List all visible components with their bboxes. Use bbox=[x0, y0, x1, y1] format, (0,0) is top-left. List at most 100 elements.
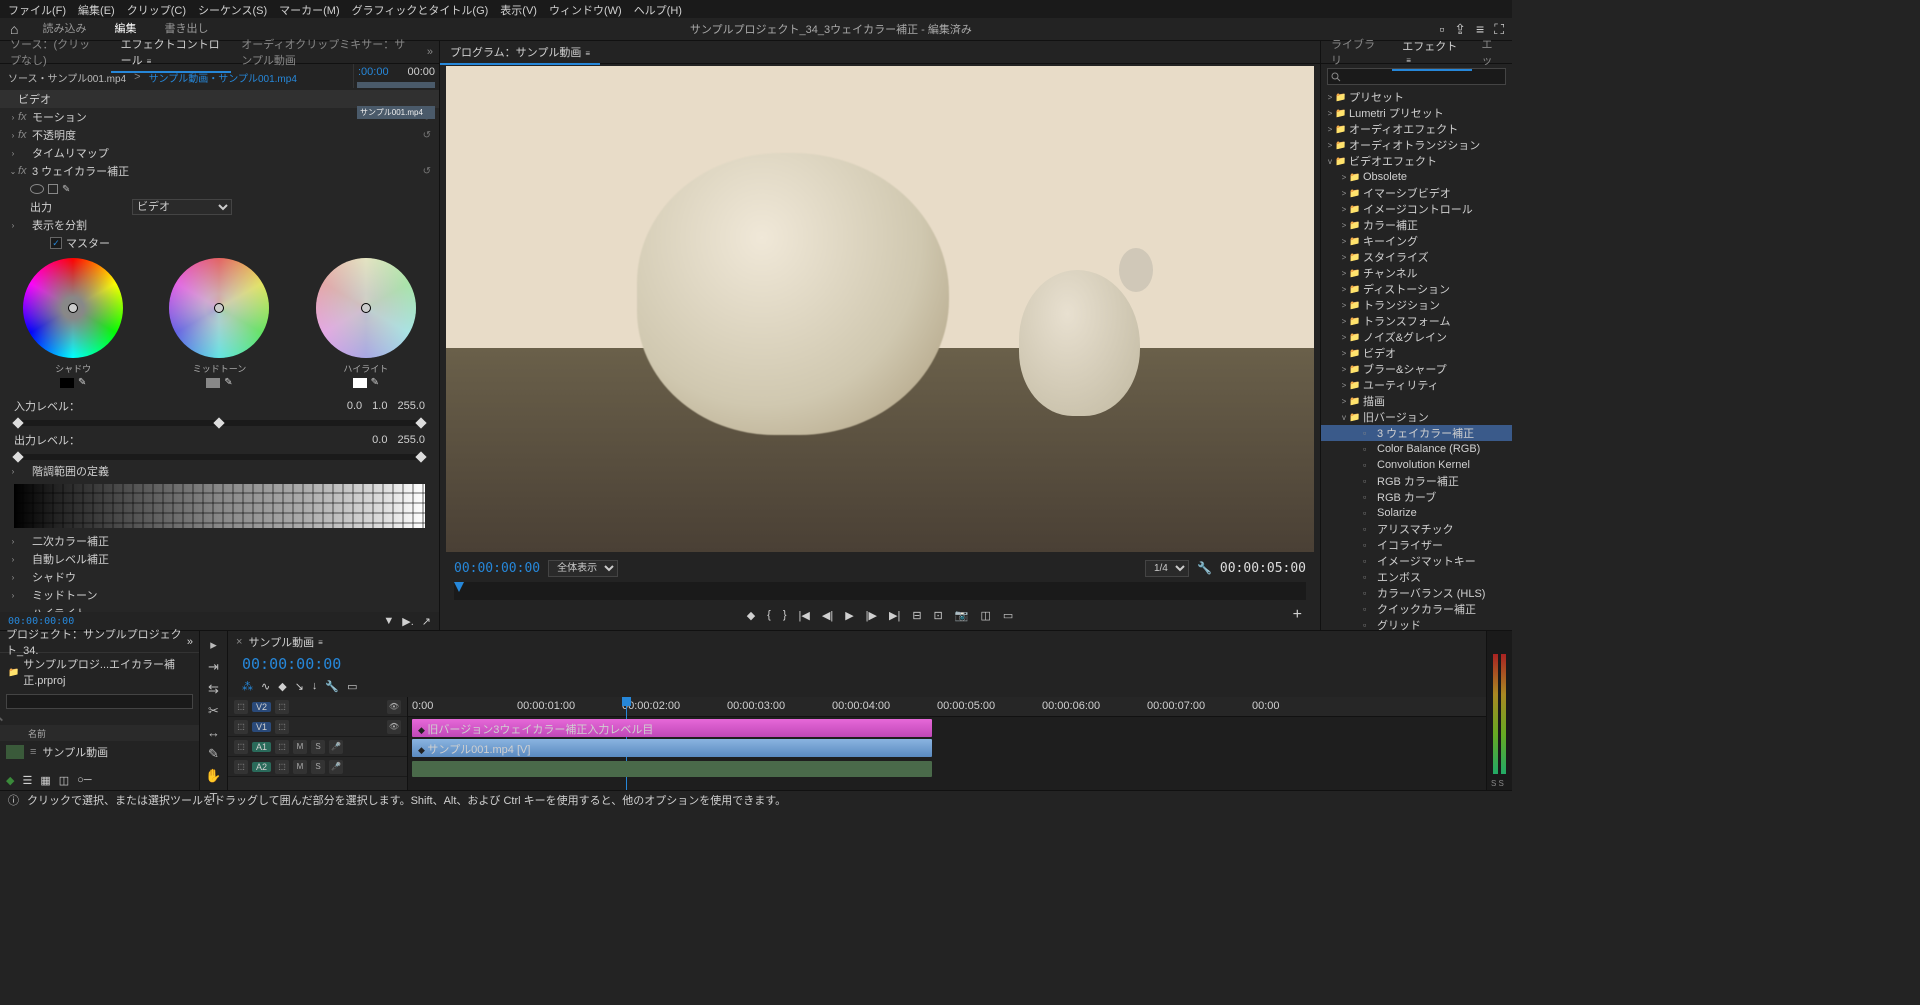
fx-folder-item[interactable]: >📁イメージコントロール bbox=[1321, 201, 1512, 217]
list-view-icon[interactable]: ☰ bbox=[22, 774, 32, 787]
timeline-fx-clip[interactable]: ◆ 旧バージョン3ウェイカラー補正入力レベル目 bbox=[412, 719, 932, 737]
fx-preset-item[interactable]: ▫クイックカラー補正 bbox=[1321, 601, 1512, 617]
input-black[interactable]: 0.0 bbox=[347, 400, 362, 412]
tone-range-gradient[interactable] bbox=[14, 484, 425, 528]
fx-folder-item[interactable]: >📁カラー補正 bbox=[1321, 217, 1512, 233]
fx-preset-item[interactable]: ▫グリッド bbox=[1321, 617, 1512, 630]
fx-opacity[interactable]: ›fx不透明度↺ bbox=[0, 126, 439, 144]
lift-icon[interactable]: ⊟ bbox=[912, 609, 921, 622]
settings-icon[interactable]: 🔧 bbox=[1197, 561, 1212, 575]
fx-timeremap[interactable]: ›タイムリマップ bbox=[0, 144, 439, 162]
marker-tool-icon[interactable]: ◆ bbox=[278, 680, 286, 693]
fx-preset-item[interactable]: ▫Solarize bbox=[1321, 505, 1512, 521]
linked-selection-icon[interactable]: ∿ bbox=[261, 680, 270, 693]
export-frame-icon[interactable]: 📷 bbox=[955, 609, 969, 622]
wrench-icon[interactable]: 🔧 bbox=[325, 680, 339, 693]
tab-sequence[interactable]: サンプル動画 bbox=[248, 634, 314, 650]
fx-mask-row[interactable]: ✎ bbox=[0, 180, 439, 198]
marker-icon[interactable]: ◆ bbox=[747, 609, 755, 622]
panel-overflow-icon[interactable]: » bbox=[421, 46, 439, 58]
selection-tool-icon[interactable]: ▸ bbox=[210, 637, 217, 653]
go-to-in-icon[interactable]: |◀ bbox=[799, 609, 810, 622]
icon-view-icon[interactable]: ▦ bbox=[40, 774, 50, 787]
fx-folder-item[interactable]: >📁トランスフォーム bbox=[1321, 313, 1512, 329]
pen-tool-icon[interactable]: ✎ bbox=[208, 746, 219, 762]
master-clip-link[interactable]: ソース・サンプル001.mp4 bbox=[0, 67, 134, 88]
output-white[interactable]: 255.0 bbox=[397, 434, 425, 446]
timeline-ruler[interactable]: 0:0000:00:01:0000:00:02:0000:00:03:0000:… bbox=[408, 697, 1486, 717]
fx-preset-item[interactable]: ▫RGB カラー補正 bbox=[1321, 473, 1512, 489]
highlight-wheel[interactable] bbox=[316, 258, 416, 358]
fx-highlight[interactable]: ›ハイライト bbox=[0, 604, 439, 612]
fx-folder-item[interactable]: >📁キーイング bbox=[1321, 233, 1512, 249]
insert-icon[interactable]: ↘ bbox=[295, 680, 304, 693]
fx-preset-item[interactable]: ▫RGB カーブ bbox=[1321, 489, 1512, 505]
freeform-view-icon[interactable]: ◫ bbox=[59, 774, 69, 787]
panel-overflow-icon[interactable]: » bbox=[187, 636, 193, 648]
comparison-icon[interactable]: ◫ bbox=[980, 609, 990, 622]
fx-preset-item[interactable]: ▫アリスマチック bbox=[1321, 521, 1512, 537]
sequence-clip-link[interactable]: サンプル動画・サンプル001.mp4 bbox=[141, 67, 305, 88]
project-name-column[interactable]: 名前 bbox=[0, 725, 199, 741]
tab-program[interactable]: プログラム：サンプル動画≡ bbox=[440, 40, 600, 64]
menu-edit[interactable]: 編集(E) bbox=[78, 2, 115, 16]
timeline-video-clip[interactable]: ◆ サンプル001.mp4 [V] bbox=[412, 739, 932, 757]
resolution-select[interactable]: 1/4 bbox=[1145, 560, 1189, 577]
fx-folder-item[interactable]: >📁トランジション bbox=[1321, 297, 1512, 313]
fx-folder-item[interactable]: >📁チャンネル bbox=[1321, 265, 1512, 281]
dock-icon[interactable]: ↗ bbox=[422, 615, 431, 628]
ripple-tool-icon[interactable]: ⇆ bbox=[208, 681, 219, 697]
track-a1-header[interactable]: ⬚A1⬚MS🎤 bbox=[228, 737, 407, 757]
fx-three-way-color[interactable]: ⌄fx3 ウェイカラー補正↺ bbox=[0, 162, 439, 180]
menu-file[interactable]: ファイル(F) bbox=[8, 2, 66, 16]
zoom-select[interactable]: 全体表示 bbox=[548, 560, 618, 577]
hand-tool-icon[interactable]: ✋ bbox=[205, 768, 221, 784]
menu-marker[interactable]: マーカー(M) bbox=[279, 2, 340, 16]
menu-view[interactable]: 表示(V) bbox=[500, 2, 537, 16]
fx-preset-item[interactable]: ▫カラーバランス (HLS) bbox=[1321, 585, 1512, 601]
menu-sequence[interactable]: シーケンス(S) bbox=[198, 2, 267, 16]
overwrite-icon[interactable]: ↓ bbox=[312, 680, 318, 692]
output-level-slider[interactable] bbox=[14, 454, 425, 460]
play-only-icon[interactable]: ▶. bbox=[402, 615, 414, 628]
output-select[interactable]: ビデオ bbox=[132, 199, 232, 215]
new-bin-icon[interactable]: ◆ bbox=[6, 774, 14, 787]
fx-preset-item[interactable]: ▫3 ウェイカラー補正 bbox=[1321, 425, 1512, 441]
timeline-content[interactable]: 0:0000:00:01:0000:00:02:0000:00:03:0000:… bbox=[408, 697, 1486, 790]
fx-folder-item[interactable]: >📁ブラー&シャープ bbox=[1321, 361, 1512, 377]
project-bin-item[interactable]: ≡サンプル動画 bbox=[0, 741, 199, 763]
fx-folder-item[interactable]: >📁プリセット bbox=[1321, 89, 1512, 105]
filter-icon[interactable]: ▼ bbox=[383, 615, 394, 628]
fx-secondary[interactable]: ›二次カラー補正 bbox=[0, 532, 439, 550]
button-editor-icon[interactable]: + bbox=[1293, 606, 1302, 624]
fx-folder-item[interactable]: >📁Obsolete bbox=[1321, 169, 1512, 185]
menu-help[interactable]: ヘルプ(H) bbox=[634, 2, 682, 16]
fx-shadow[interactable]: ›シャドウ bbox=[0, 568, 439, 586]
fx-split-view[interactable]: ›表示を分割 bbox=[0, 216, 439, 234]
program-scrub-bar[interactable] bbox=[454, 582, 1306, 600]
fx-auto-level[interactable]: ›自動レベル補正 bbox=[0, 550, 439, 568]
fx-master-checkbox[interactable]: ✓マスター bbox=[0, 234, 439, 252]
step-back-icon[interactable]: ◀| bbox=[822, 609, 833, 622]
fx-folder-item[interactable]: >📁ビデオ bbox=[1321, 345, 1512, 361]
tab-effects[interactable]: エフェクト≡ bbox=[1392, 34, 1471, 70]
midtone-wheel[interactable] bbox=[169, 258, 269, 358]
fx-folder-item[interactable]: >📁イマーシブビデオ bbox=[1321, 185, 1512, 201]
fx-output[interactable]: 出力ビデオ bbox=[0, 198, 439, 216]
snap-icon[interactable]: ⁂ bbox=[242, 680, 253, 693]
menu-window[interactable]: ウィンドウ(W) bbox=[549, 2, 622, 16]
input-level-slider[interactable] bbox=[14, 420, 425, 426]
track-a2-header[interactable]: ⬚A2⬚MS🎤 bbox=[228, 757, 407, 777]
fx-preset-item[interactable]: ▫イメージマットキー bbox=[1321, 553, 1512, 569]
track-select-tool-icon[interactable]: ⇥ bbox=[208, 659, 219, 675]
menu-clip[interactable]: クリップ(C) bbox=[127, 2, 186, 16]
menu-graphics[interactable]: グラフィックとタイトル(G) bbox=[352, 2, 489, 16]
razor-tool-icon[interactable]: ✂ bbox=[208, 703, 219, 719]
fx-midtone[interactable]: ›ミッドトーン bbox=[0, 586, 439, 604]
track-v2-header[interactable]: ⬚V2⬚👁 bbox=[228, 697, 407, 717]
fx-folder-item[interactable]: >📁ノイズ&グレイン bbox=[1321, 329, 1512, 345]
fx-folder-item[interactable]: >📁描画 bbox=[1321, 393, 1512, 409]
fx-folder-item[interactable]: >📁オーディオエフェクト bbox=[1321, 121, 1512, 137]
fx-folder-item[interactable]: v📁旧バージョン bbox=[1321, 409, 1512, 425]
go-to-out-icon[interactable]: ▶| bbox=[889, 609, 900, 622]
